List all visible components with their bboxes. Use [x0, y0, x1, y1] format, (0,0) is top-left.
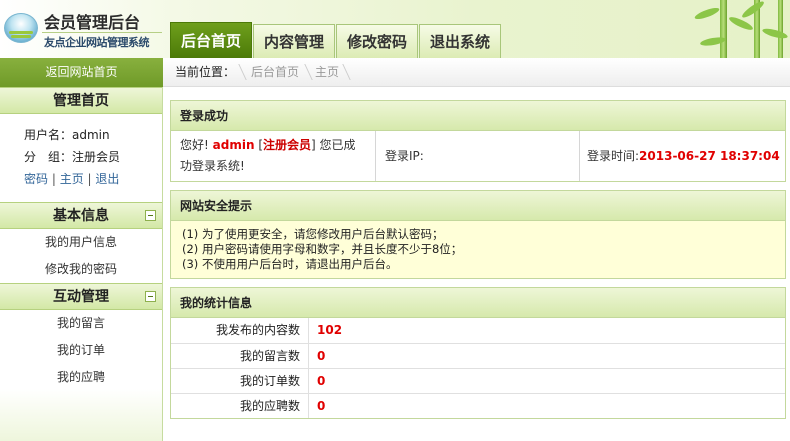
username-label: 用户名： [24, 128, 73, 142]
section-basic-info-title: 基本信息 [53, 208, 109, 224]
breadcrumb: 当前位置： 后台首页 主页 [163, 58, 790, 87]
sidebar-item-my-applications[interactable]: 我的应聘 [0, 364, 162, 391]
table-row: 我发布的内容数 102 [171, 318, 785, 343]
login-time-label: 登录时间: [587, 149, 640, 163]
stat-label: 我的订单数 [171, 369, 309, 393]
breadcrumb-item-dashboard[interactable]: 后台首页 [251, 58, 299, 87]
panel-title: 我的统计信息 [171, 288, 785, 318]
username-row: 用户名：admin [24, 124, 162, 146]
stat-label: 我的留言数 [171, 344, 309, 368]
tip-item: (3) 不使用用户后台时，请退出用户后台。 [182, 257, 398, 271]
username-value: admin [72, 128, 110, 142]
section-basic-info[interactable]: 基本信息 [0, 202, 162, 229]
logo[interactable]: 会员管理后台 友点企业网站管理系统 [4, 8, 162, 52]
quick-links: 密码 | 主页 | 退出 [24, 172, 120, 186]
statistics-table: 我发布的内容数 102 我的留言数 0 我的订单数 0 我的应聘数 0 [171, 318, 785, 418]
table-row: 我的订单数 0 [171, 368, 785, 393]
greeting-cell: 您好! admin [注册会员] 您已成功登录系统! [171, 131, 376, 181]
sub-bar: 返回网站首页 当前位置： 后台首页 主页 [0, 58, 790, 87]
stat-value: 0 [317, 374, 326, 388]
panel-title: 网站安全提示 [171, 191, 785, 221]
password-link[interactable]: 密码 [24, 172, 48, 186]
top-nav: 后台首页 内容管理 修改密码 退出系统 [170, 22, 502, 58]
logout-link[interactable]: 退出 [95, 172, 119, 186]
sidebar-item-change-password[interactable]: 修改我的密码 [0, 256, 162, 283]
login-success-panel: 登录成功 您好! admin [注册会员] 您已成功登录系统! 登录IP: 登录… [170, 100, 786, 182]
stat-value: 0 [317, 399, 326, 413]
section-interaction[interactable]: 互动管理 [0, 283, 162, 310]
logo-emblem-icon [4, 13, 38, 43]
login-time-value: 2013-06-27 18:37:04 [639, 149, 780, 163]
login-ip-cell: 登录IP: [376, 131, 580, 181]
stat-label: 我的应聘数 [171, 394, 309, 418]
app-title: 会员管理后台 [44, 13, 141, 32]
tip-item: (1) 为了使用更安全，请您修改用户后台默认密码； [182, 227, 444, 241]
tab-content-management[interactable]: 内容管理 [253, 24, 336, 58]
greeting-group: 注册会员 [263, 138, 312, 152]
tip-item: (2) 用户密码请使用字母和数字，并且长度不少于8位； [182, 242, 463, 256]
table-row: 我的应聘数 0 [171, 393, 785, 418]
collapse-icon[interactable] [145, 291, 156, 302]
app-subtitle: 友点企业网站管理系统 [44, 36, 150, 49]
collapse-icon[interactable] [145, 210, 156, 221]
homepage-link[interactable]: 主页 [60, 172, 84, 186]
user-info: 用户名：admin 分 组：注册会员 密码 | 主页 | 退出 [0, 114, 162, 202]
panel-title: 登录成功 [171, 101, 785, 131]
main-content: 登录成功 您好! admin [注册会员] 您已成功登录系统! 登录IP: 登录… [170, 100, 786, 427]
tab-logout[interactable]: 退出系统 [419, 24, 502, 58]
stat-value: 102 [317, 323, 343, 337]
login-info-table: 您好! admin [注册会员] 您已成功登录系统! 登录IP: 登录时间:20… [171, 131, 785, 181]
sidebar-item-my-user-info[interactable]: 我的用户信息 [0, 229, 162, 256]
login-ip-label: 登录IP: [385, 149, 424, 163]
sidebar: 管理首页 用户名：admin 分 组：注册会员 密码 | 主页 | 退出 基本信… [0, 87, 163, 441]
table-row: 我的留言数 0 [171, 343, 785, 368]
bamboo-decoration [680, 0, 790, 58]
login-time-cell: 登录时间:2013-06-27 18:37:04 [580, 131, 785, 181]
group-label: 分 组： [24, 150, 73, 164]
statistics-panel: 我的统计信息 我发布的内容数 102 我的留言数 0 我的订单数 0 我的应聘数… [170, 287, 786, 419]
sidebar-home-title-text: 管理首页 [53, 93, 109, 109]
security-tips-panel: 网站安全提示 (1) 为了使用更安全，请您修改用户后台默认密码； (2) 用户密… [170, 190, 786, 279]
sidebar-item-my-orders[interactable]: 我的订单 [0, 337, 162, 364]
stat-label: 我发布的内容数 [171, 318, 309, 343]
breadcrumb-label: 当前位置： [175, 65, 236, 79]
section-interaction-title: 互动管理 [53, 289, 109, 305]
greeting-username: admin [212, 138, 255, 152]
group-row: 分 组：注册会员 [24, 146, 162, 168]
back-to-site-link[interactable]: 返回网站首页 [0, 58, 163, 87]
header: 会员管理后台 友点企业网站管理系统 后台首页 内容管理 修改密码 退出系统 [0, 0, 790, 58]
group-value: 注册会员 [72, 150, 121, 164]
tab-dashboard[interactable]: 后台首页 [170, 22, 253, 58]
stat-value: 0 [317, 349, 326, 363]
security-tips: (1) 为了使用更安全，请您修改用户后台默认密码； (2) 用户密码请使用字母和… [171, 221, 785, 278]
sidebar-item-my-messages[interactable]: 我的留言 [0, 310, 162, 337]
breadcrumb-item-home: 主页 [315, 65, 340, 79]
tab-change-password[interactable]: 修改密码 [336, 24, 419, 58]
sidebar-home-title: 管理首页 [0, 87, 162, 114]
